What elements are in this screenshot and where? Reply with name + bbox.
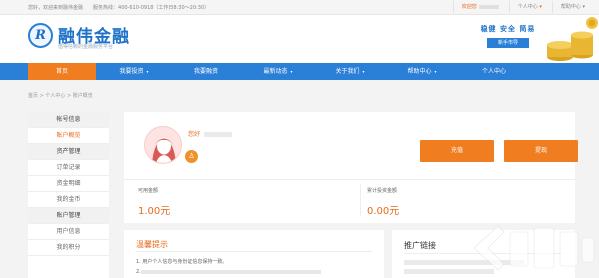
tip-line: 1. 用户个人信息与身份证信息保持一致。 bbox=[136, 259, 228, 265]
account-overview-panel: ♙ 您好 充值 提现 可用金额 1.00元 累计投资金额 0.00元 bbox=[124, 112, 578, 223]
newbie-guide-button[interactable]: 新手市导 bbox=[487, 38, 529, 48]
watermark-graphic bbox=[473, 225, 595, 271]
nav-item[interactable]: 帮助中心 ▾ bbox=[388, 63, 456, 80]
sidebar-section-header: 账户管理 bbox=[28, 208, 109, 224]
user-menu[interactable]: 欢迎您 bbox=[452, 1, 509, 13]
tip-line: 2. bbox=[136, 269, 321, 276]
personal-center-link[interactable]: 个人中心 ▾ bbox=[508, 1, 552, 13]
sidebar-item[interactable]: 用户信息 bbox=[28, 224, 109, 240]
breadcrumb: 首页 > 个人中心 > 账户概览 bbox=[28, 93, 93, 99]
chevron-down-icon: ▾ bbox=[290, 69, 293, 74]
sidebar: 帐号信息 账户概览 资产管理 订单记录 资金明细 我的金币 账户管理 用户信息 我的积分 bbox=[28, 112, 109, 278]
balance-value: 1.00元 bbox=[138, 206, 171, 217]
sidebar-item[interactable]: 我的积分 bbox=[28, 240, 109, 256]
balance-label: 可用金额 bbox=[138, 188, 159, 194]
sidebar-item[interactable]: 资金明细 bbox=[28, 176, 109, 192]
user-level-icon[interactable]: ♙ bbox=[185, 150, 198, 163]
sidebar-section-header: 帐号信息 bbox=[28, 112, 109, 128]
divider bbox=[124, 179, 575, 180]
chevron-down-icon: ▾ bbox=[146, 69, 149, 74]
chevron-down-icon: ▾ bbox=[362, 69, 365, 74]
nav-item-label: 帮助中心 bbox=[407, 68, 432, 75]
nav-item-label: 我要投资 bbox=[119, 68, 144, 75]
main-nav: 首页 我要投资 ▾ 我要融资 最新动态 ▾ 关于我们 ▾ 帮助中心 ▾ 个人中心 bbox=[0, 63, 599, 80]
nav-item-label: 最新动态 bbox=[263, 68, 288, 75]
recharge-button[interactable]: 充值 bbox=[420, 140, 494, 162]
user-greeting: 欢迎您 bbox=[461, 4, 477, 10]
total-invest-value: 0.00元 bbox=[367, 206, 400, 217]
nav-item-label: 我要融资 bbox=[193, 68, 218, 75]
help-center-link[interactable]: 帮助中心 ▾ bbox=[551, 1, 593, 13]
welcome-text: 您好，欢迎来到融伟金融 bbox=[28, 5, 84, 11]
total-invest-label: 累计投资金额 bbox=[367, 188, 398, 194]
nav-item[interactable]: 个人中心 bbox=[460, 63, 528, 80]
top-bar-info: 您好，欢迎来到融伟金融 服务热线：400-610-0918（工作日8:30～20:… bbox=[28, 4, 209, 11]
greeting: 您好 bbox=[188, 129, 233, 138]
divider bbox=[360, 184, 361, 216]
site-logo[interactable]: R 融伟金融 值得信赖的金融服务平台 bbox=[28, 21, 136, 57]
nav-item[interactable]: 首页 bbox=[28, 63, 96, 80]
logo-subtitle: 值得信赖的金融服务平台 bbox=[58, 44, 114, 50]
gold-coins-graphic bbox=[547, 17, 598, 61]
nav-item-label: 个人中心 bbox=[481, 68, 506, 75]
nav-item[interactable]: 最新动态 ▾ bbox=[244, 63, 312, 80]
nav-item[interactable]: 我要融资 bbox=[172, 63, 240, 80]
divider bbox=[136, 251, 372, 252]
user-avatar-icon bbox=[152, 137, 176, 163]
username-placeholder bbox=[478, 4, 499, 9]
site-header: R 融伟金融 值得信赖的金融服务平台 稳健 安全 简易 新手市导 bbox=[0, 15, 599, 63]
sidebar-section-header: 资产管理 bbox=[28, 144, 109, 160]
sidebar-item[interactable]: 账户概览 bbox=[28, 128, 109, 144]
slogan-block: 稳健 安全 简易 新手市导 bbox=[476, 24, 540, 56]
withdraw-button[interactable]: 提现 bbox=[504, 140, 578, 162]
nav-item[interactable]: 我要投资 ▾ bbox=[100, 63, 168, 80]
sidebar-item[interactable]: 我的金币 bbox=[28, 192, 109, 208]
nav-item[interactable]: 关于我们 ▾ bbox=[316, 63, 384, 80]
tip-line-placeholder bbox=[140, 270, 321, 274]
tips-title: 温馨提示 bbox=[136, 240, 168, 249]
sidebar-item[interactable]: 订单记录 bbox=[28, 160, 109, 176]
nav-item-label: 关于我们 bbox=[335, 68, 360, 75]
service-hotline: 服务热线：400-610-0918（工作日8:30～20:30） bbox=[93, 5, 210, 11]
logo-mark: R bbox=[28, 23, 53, 48]
chevron-down-icon: ▾ bbox=[539, 4, 542, 10]
avatar[interactable] bbox=[144, 126, 182, 164]
chevron-down-icon: ▾ bbox=[582, 4, 585, 10]
promo-title: 推广链接 bbox=[404, 241, 436, 250]
username-placeholder bbox=[204, 132, 233, 137]
chevron-down-icon: ▾ bbox=[434, 69, 437, 74]
top-bar: 您好，欢迎来到融伟金融 服务热线：400-610-0918（工作日8:30～20:… bbox=[0, 0, 599, 15]
slogan-text: 稳健 安全 简易 bbox=[480, 25, 536, 33]
nav-item-label: 首页 bbox=[55, 68, 68, 75]
tips-panel: 温馨提示 1. 用户个人信息与身份证信息保持一致。 2. bbox=[124, 230, 384, 278]
